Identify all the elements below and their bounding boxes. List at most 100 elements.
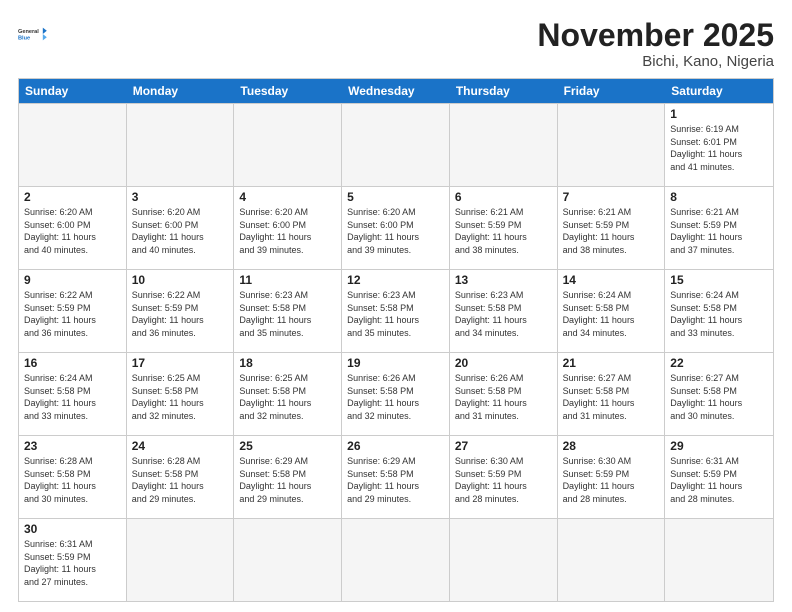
calendar-cell-r0-c2	[234, 104, 342, 186]
day-info: Sunrise: 6:31 AM Sunset: 5:59 PM Dayligh…	[670, 455, 768, 505]
day-number: 13	[455, 273, 552, 287]
calendar-cell-r4-c5: 28Sunrise: 6:30 AM Sunset: 5:59 PM Dayli…	[558, 436, 666, 518]
calendar-cell-r1-c5: 7Sunrise: 6:21 AM Sunset: 5:59 PM Daylig…	[558, 187, 666, 269]
day-number: 21	[563, 356, 660, 370]
day-number: 5	[347, 190, 444, 204]
day-number: 11	[239, 273, 336, 287]
weekday-wednesday: Wednesday	[342, 79, 450, 103]
calendar-cell-r3-c1: 17Sunrise: 6:25 AM Sunset: 5:58 PM Dayli…	[127, 353, 235, 435]
day-number: 23	[24, 439, 121, 453]
day-number: 25	[239, 439, 336, 453]
calendar-cell-r2-c2: 11Sunrise: 6:23 AM Sunset: 5:58 PM Dayli…	[234, 270, 342, 352]
logo: GeneralBlue	[18, 18, 50, 50]
calendar-cell-r0-c3	[342, 104, 450, 186]
calendar-cell-r1-c0: 2 Sunrise: 6:20 AM Sunset: 6:00 PM Daylig…	[19, 187, 127, 269]
calendar-header: Sunday Monday Tuesday Wednesday Thursday…	[19, 79, 773, 103]
day-info: Sunrise: 6:28 AM Sunset: 5:58 PM Dayligh…	[24, 455, 121, 505]
day-info: Sunrise: 6:20 AM Sunset: 6:00 PM Dayligh…	[239, 206, 336, 256]
day-number: 12	[347, 273, 444, 287]
calendar-cell-r2-c1: 10Sunrise: 6:22 AM Sunset: 5:59 PM Dayli…	[127, 270, 235, 352]
day-number: 22	[670, 356, 768, 370]
day-number: 2	[24, 190, 121, 204]
calendar-cell-r5-c6	[665, 519, 773, 601]
day-number: 18	[239, 356, 336, 370]
calendar-cell-r1-c2: 4 Sunrise: 6:20 AM Sunset: 6:00 PM Daylig…	[234, 187, 342, 269]
calendar-row-5: 30 Sunrise: 6:31 AM Sunset: 5:59 PM Dayli…	[19, 518, 773, 601]
day-number: 4	[239, 190, 336, 204]
day-info: Sunrise: 6:20 AM Sunset: 6:00 PM Dayligh…	[132, 206, 229, 256]
svg-text:Blue: Blue	[18, 36, 30, 42]
day-info: Sunrise: 6:26 AM Sunset: 5:58 PM Dayligh…	[455, 372, 552, 422]
calendar-cell-r4-c6: 29 Sunrise: 6:31 AM Sunset: 5:59 PM Dayli…	[665, 436, 773, 518]
day-info: Sunrise: 6:24 AM Sunset: 5:58 PM Dayligh…	[670, 289, 768, 339]
calendar-cell-r5-c5	[558, 519, 666, 601]
calendar-row-1: 2 Sunrise: 6:20 AM Sunset: 6:00 PM Daylig…	[19, 186, 773, 269]
day-number: 14	[563, 273, 660, 287]
calendar-cell-r5-c1	[127, 519, 235, 601]
calendar-cell-r0-c4	[450, 104, 558, 186]
calendar-cell-r3-c4: 20Sunrise: 6:26 AM Sunset: 5:58 PM Dayli…	[450, 353, 558, 435]
calendar-cell-r0-c5	[558, 104, 666, 186]
weekday-monday: Monday	[127, 79, 235, 103]
calendar-cell-r4-c3: 26 Sunrise: 6:29 AM Sunset: 5:58 PM Dayli…	[342, 436, 450, 518]
day-info: Sunrise: 6:30 AM Sunset: 5:59 PM Dayligh…	[455, 455, 552, 505]
calendar-cell-r4-c0: 23 Sunrise: 6:28 AM Sunset: 5:58 PM Dayli…	[19, 436, 127, 518]
day-number: 3	[132, 190, 229, 204]
calendar-cell-r2-c5: 14Sunrise: 6:24 AM Sunset: 5:58 PM Dayli…	[558, 270, 666, 352]
weekday-sunday: Sunday	[19, 79, 127, 103]
calendar-row-3: 16Sunrise: 6:24 AM Sunset: 5:58 PM Dayli…	[19, 352, 773, 435]
weekday-tuesday: Tuesday	[234, 79, 342, 103]
calendar-cell-r1-c1: 3 Sunrise: 6:20 AM Sunset: 6:00 PM Daylig…	[127, 187, 235, 269]
calendar-cell-r3-c0: 16Sunrise: 6:24 AM Sunset: 5:58 PM Dayli…	[19, 353, 127, 435]
month-title: November 2025	[537, 18, 774, 53]
calendar-cell-r3-c6: 22 Sunrise: 6:27 AM Sunset: 5:58 PM Dayli…	[665, 353, 773, 435]
day-info: Sunrise: 6:19 AM Sunset: 6:01 PM Dayligh…	[670, 123, 768, 173]
calendar: Sunday Monday Tuesday Wednesday Thursday…	[18, 78, 774, 602]
calendar-cell-r1-c6: 8 Sunrise: 6:21 AM Sunset: 5:59 PM Daylig…	[665, 187, 773, 269]
day-number: 27	[455, 439, 552, 453]
calendar-row-2: 9 Sunrise: 6:22 AM Sunset: 5:59 PM Daylig…	[19, 269, 773, 352]
day-info: Sunrise: 6:28 AM Sunset: 5:58 PM Dayligh…	[132, 455, 229, 505]
day-number: 8	[670, 190, 768, 204]
day-number: 15	[670, 273, 768, 287]
calendar-cell-r4-c1: 24Sunrise: 6:28 AM Sunset: 5:58 PM Dayli…	[127, 436, 235, 518]
day-info: Sunrise: 6:23 AM Sunset: 5:58 PM Dayligh…	[347, 289, 444, 339]
day-number: 1	[670, 107, 768, 121]
weekday-saturday: Saturday	[665, 79, 773, 103]
day-number: 30	[24, 522, 121, 536]
calendar-row-4: 23 Sunrise: 6:28 AM Sunset: 5:58 PM Dayli…	[19, 435, 773, 518]
calendar-body: 1 Sunrise: 6:19 AM Sunset: 6:01 PM Daylig…	[19, 103, 773, 601]
day-info: Sunrise: 6:31 AM Sunset: 5:59 PM Dayligh…	[24, 538, 121, 588]
day-info: Sunrise: 6:29 AM Sunset: 5:58 PM Dayligh…	[347, 455, 444, 505]
calendar-cell-r0-c0	[19, 104, 127, 186]
calendar-cell-r0-c6: 1 Sunrise: 6:19 AM Sunset: 6:01 PM Daylig…	[665, 104, 773, 186]
calendar-cell-r4-c2: 25Sunrise: 6:29 AM Sunset: 5:58 PM Dayli…	[234, 436, 342, 518]
day-info: Sunrise: 6:22 AM Sunset: 5:59 PM Dayligh…	[132, 289, 229, 339]
calendar-cell-r3-c5: 21 Sunrise: 6:27 AM Sunset: 5:58 PM Dayli…	[558, 353, 666, 435]
calendar-cell-r3-c2: 18 Sunrise: 6:25 AM Sunset: 5:58 PM Dayli…	[234, 353, 342, 435]
day-info: Sunrise: 6:27 AM Sunset: 5:58 PM Dayligh…	[563, 372, 660, 422]
weekday-friday: Friday	[558, 79, 666, 103]
day-info: Sunrise: 6:25 AM Sunset: 5:58 PM Dayligh…	[239, 372, 336, 422]
day-number: 29	[670, 439, 768, 453]
day-info: Sunrise: 6:20 AM Sunset: 6:00 PM Dayligh…	[24, 206, 121, 256]
calendar-cell-r4-c4: 27 Sunrise: 6:30 AM Sunset: 5:59 PM Dayli…	[450, 436, 558, 518]
location-title: Bichi, Kano, Nigeria	[537, 53, 774, 70]
day-info: Sunrise: 6:21 AM Sunset: 5:59 PM Dayligh…	[670, 206, 768, 256]
title-block: November 2025 Bichi, Kano, Nigeria	[537, 18, 774, 70]
day-number: 16	[24, 356, 121, 370]
day-info: Sunrise: 6:30 AM Sunset: 5:59 PM Dayligh…	[563, 455, 660, 505]
calendar-cell-r0-c1	[127, 104, 235, 186]
day-info: Sunrise: 6:21 AM Sunset: 5:59 PM Dayligh…	[563, 206, 660, 256]
day-number: 9	[24, 273, 121, 287]
day-info: Sunrise: 6:23 AM Sunset: 5:58 PM Dayligh…	[455, 289, 552, 339]
weekday-thursday: Thursday	[450, 79, 558, 103]
day-info: Sunrise: 6:27 AM Sunset: 5:58 PM Dayligh…	[670, 372, 768, 422]
header: GeneralBlue November 2025 Bichi, Kano, N…	[18, 18, 774, 70]
calendar-cell-r1-c3: 5Sunrise: 6:20 AM Sunset: 6:00 PM Daylig…	[342, 187, 450, 269]
calendar-cell-r2-c6: 15 Sunrise: 6:24 AM Sunset: 5:58 PM Dayli…	[665, 270, 773, 352]
svg-text:General: General	[18, 29, 39, 35]
calendar-row-0: 1 Sunrise: 6:19 AM Sunset: 6:01 PM Daylig…	[19, 103, 773, 186]
day-number: 26	[347, 439, 444, 453]
calendar-cell-r3-c3: 19Sunrise: 6:26 AM Sunset: 5:58 PM Dayli…	[342, 353, 450, 435]
